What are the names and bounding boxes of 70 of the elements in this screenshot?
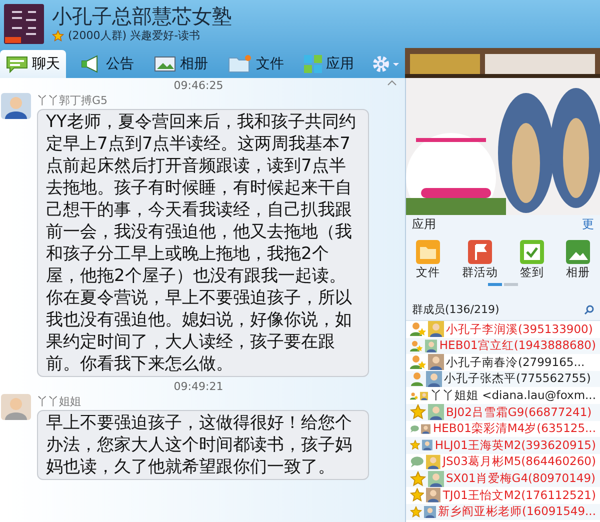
avatar-icon <box>426 487 441 504</box>
star-icon <box>410 404 426 420</box>
group-logo-icon <box>4 4 44 44</box>
message-time: 09:49:21 <box>174 380 224 394</box>
person-icon <box>410 371 424 388</box>
person-star-icon <box>410 321 426 338</box>
app-button[interactable]: 相册 <box>566 240 590 280</box>
page-indicator-icon[interactable] <box>488 283 518 286</box>
checkmark-icon <box>520 240 544 264</box>
settings-icon <box>372 55 400 73</box>
photo-icon <box>566 240 590 264</box>
member-row[interactable]: 小孔子张杰平(775562755) <box>406 370 600 388</box>
message-time: 09:46:25 <box>174 79 224 93</box>
message-text: YY老师，夏令营回来后，我和孩子共同约定早上7点到7点半读经。这两周我基本7点前起床然后打开音频跟读，读到7点半去拖地。孩子有时候睡，有时候起来干自己想干的事，今天看我读经，自己扒我跟前一会，我没有强迫他，他又去拖地（我和孩子分工早上或晚上拖地，我拖2个屋，他拖2个屋子）也没有跟我一起读。 <box>46 111 357 287</box>
tab[interactable]: 相册 <box>148 50 214 78</box>
member-row[interactable]: SX01肖爱梅G4(80970149) <box>406 470 600 487</box>
member-name: HEB01栾彩清M4岁(635125... <box>432 420 596 438</box>
person-star-icon <box>410 354 426 370</box>
member-name: HEB01宫立红(1943888680) <box>439 337 596 354</box>
chat-bubble-icon <box>6 55 28 73</box>
app-button[interactable]: 签到 <box>520 240 544 280</box>
member-name: BJ02吕雪霜G9(66877241) <box>446 404 592 421</box>
folder-icon <box>228 55 252 73</box>
search-icon[interactable] <box>584 305 594 315</box>
avatar-icon <box>1 93 31 119</box>
member-name: JS03葛月彬M5(864460260) <box>442 453 596 470</box>
avatar-icon <box>426 454 441 470</box>
section-title: 应用 <box>412 216 436 233</box>
sender-name: 丫丫姐姐 <box>37 394 82 410</box>
member-name: 小孔子张杰平(775562755) <box>444 370 591 388</box>
avatar-icon <box>424 338 438 354</box>
app-button[interactable]: 文件 <box>416 240 440 280</box>
avatar-icon <box>428 470 444 487</box>
photo-icon <box>154 55 176 73</box>
message-text: 早上不要强迫孩子，这做得很好！给您个办法，您家大人这个时间都读书，孩子妈妈也读，久了他就希望跟你们一致了。 <box>46 412 353 478</box>
member-name: HLJ01王海英M2(393620915) <box>434 436 596 454</box>
avatar-icon <box>1 394 31 420</box>
star-icon <box>52 30 64 42</box>
star-icon <box>410 504 422 520</box>
group-name: 小孔子总部慧芯女塾 <box>52 4 232 28</box>
flag-icon <box>468 240 492 264</box>
tab[interactable]: 文件 <box>222 50 290 78</box>
group-subtitle: (2000人群) 兴趣爱好-读书 <box>68 28 200 44</box>
folder-icon <box>416 240 440 264</box>
avatar-icon <box>428 354 444 370</box>
member-name: SX01肖爱梅G4(80970149) <box>446 470 596 488</box>
more-link[interactable]: 更 <box>582 215 594 233</box>
members-title: 群成员(136/219) <box>412 302 500 318</box>
star-icon <box>410 470 426 487</box>
member-row[interactable]: HEB01宫立红(1943888680) <box>406 338 600 354</box>
star-icon <box>410 487 424 504</box>
member-row[interactable]: JS03葛月彬M5(864460260) <box>406 454 600 470</box>
message-text: 你在夏令营说，早上不要强迫孩子，所以我也没有强迫他。媳妇说，好像你说，如果约定时间了，大人读经，孩子要在跟前。你看我下来怎么做。 <box>46 287 353 375</box>
member-name: 小孔子李润溪(395133900) <box>446 320 593 338</box>
app-button[interactable]: 群活动 <box>462 240 498 280</box>
sender-name: 丫丫郭丁搏G5 <box>37 93 109 109</box>
member-name: 小孔子南春泠(2799165... <box>446 354 585 371</box>
grid-icon <box>304 55 322 73</box>
member-name: TJ01王怡文M2(176112521) <box>442 486 596 504</box>
scroll-up-icon[interactable] <box>387 80 397 86</box>
member-row[interactable]: HLJ01王海英M2(393620915) <box>406 437 600 454</box>
tab[interactable]: 公告 <box>74 50 140 78</box>
tab[interactable]: 聊天 <box>0 50 66 78</box>
member-name: 新乡阎亚彬老师(16091549... <box>438 503 596 520</box>
member-name: 丫丫姐姐 <diana.lau@foxm... <box>430 387 596 404</box>
avatar-icon <box>424 504 436 520</box>
member-row[interactable]: 新乡阎亚彬老师(16091549... <box>406 504 600 520</box>
avatar-icon <box>428 321 444 338</box>
member-row[interactable]: BJ02吕雪霜G9(66877241) <box>406 404 600 421</box>
tab[interactable]: 应用 <box>298 50 360 78</box>
